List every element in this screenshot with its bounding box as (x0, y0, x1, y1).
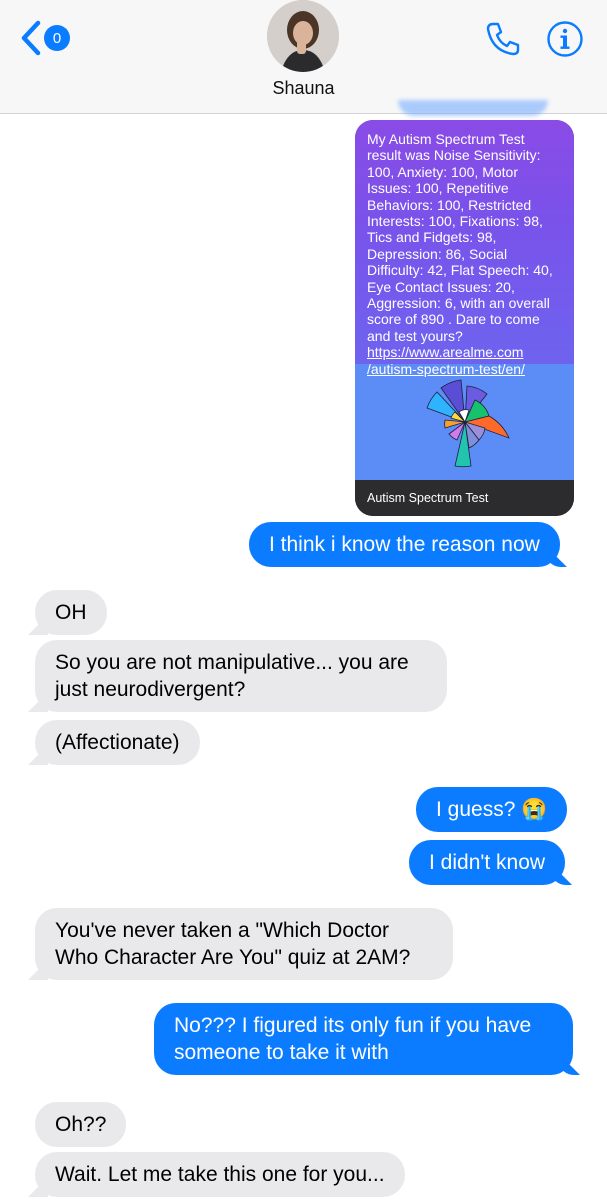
link-preview-caption: Autism Spectrum Test (355, 480, 574, 516)
back-button[interactable]: 0 (20, 18, 76, 58)
unread-badge: 0 (44, 25, 70, 51)
chevron-left-icon (21, 20, 41, 56)
phone-button[interactable] (484, 20, 522, 58)
message-text: You've never taken a "Which Doctor (55, 919, 390, 942)
message-bubble-incoming[interactable]: You've never taken a "Which Doctor Who C… (35, 908, 453, 980)
message-bubble-incoming[interactable]: Oh?? (35, 1102, 127, 1147)
link-preview-image (355, 364, 574, 480)
message-bubble-incoming[interactable]: (Affectionate) (35, 720, 200, 765)
contact-avatar[interactable] (267, 0, 339, 72)
message-bubble-outgoing[interactable]: No??? I figured its only fun if you have… (154, 1003, 573, 1075)
message-bubble-incoming[interactable]: OH (35, 590, 107, 635)
info-icon (547, 21, 583, 57)
message-bubble-incoming[interactable]: So you are not manipulative... you are j… (35, 640, 447, 712)
conversation-header: 0 Shauna (0, 0, 607, 114)
phone-icon (486, 22, 520, 56)
message-text: I think i know the reason now (269, 533, 540, 556)
message-bubble-outgoing[interactable]: I guess? 😭 (416, 787, 568, 832)
contact-photo (267, 0, 339, 72)
info-button[interactable] (546, 20, 584, 58)
message-text: Who Character Are You" quiz at 2AM? (55, 946, 411, 969)
message-text: I didn't know (429, 851, 546, 874)
message-bubble-outgoing[interactable]: I didn't know (409, 840, 566, 885)
message-text: Wait. Let me take this one for you... (55, 1163, 385, 1186)
message-text: I guess? 😭 (436, 798, 548, 821)
message-bubble-incoming[interactable]: Wait. Let me take this one for you... (35, 1152, 405, 1197)
link-preview-body: My Autism Spectrum Test result was Noise… (367, 131, 553, 344)
link-preview-card[interactable]: My Autism Spectrum Test result was Noise… (355, 120, 574, 516)
message-text: OH (55, 601, 87, 624)
link-url-line1[interactable]: https://www.arealme.com (367, 344, 523, 360)
message-text: just neurodivergent? (55, 678, 246, 701)
contact-name[interactable]: Shauna (0, 78, 607, 99)
message-text: (Affectionate) (55, 731, 180, 754)
message-text: someone to take it with (174, 1041, 389, 1064)
scrolled-bubble-edge (398, 100, 548, 116)
message-text: So you are not manipulative... you are (55, 651, 409, 674)
rose-chart-graphic (425, 379, 510, 468)
message-text: Oh?? (55, 1113, 107, 1136)
message-text: No??? I figured its only fun if you have (174, 1014, 532, 1037)
message-bubble-outgoing[interactable]: I think i know the reason now (249, 522, 560, 567)
link-preview-text: My Autism Spectrum Test result was Noise… (355, 120, 574, 377)
